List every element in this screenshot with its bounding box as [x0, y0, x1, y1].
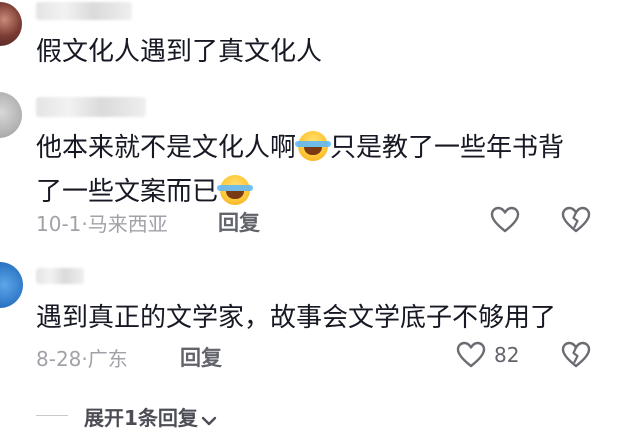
like-heart-icon[interactable] — [456, 341, 486, 373]
comment-text: 遇到真正的文学家，故事会文学底子不够用了 — [36, 303, 557, 333]
reply-button[interactable]: 回复 — [218, 207, 260, 237]
laughing-crying-emoji-icon — [217, 175, 254, 205]
dislike-broken-heart-icon[interactable] — [561, 206, 591, 238]
avatar[interactable] — [0, 92, 22, 138]
comment-location: 广东 — [87, 347, 128, 371]
comment-text-segment: 他本来就不是文化人啊 — [36, 133, 297, 163]
comment-text-line: 他本来就不是文化人啊 只是教了一些年书背 — [36, 126, 564, 170]
blurred-username[interactable] — [36, 97, 146, 117]
expand-replies-label: 展开1条回复 — [84, 406, 198, 430]
blurred-username[interactable] — [36, 268, 84, 284]
avatar[interactable] — [0, 262, 23, 308]
chevron-down-icon — [201, 408, 217, 432]
comment-text-segment: 了一些文案而已 — [36, 177, 219, 207]
reply-button[interactable]: 回复 — [180, 342, 222, 372]
comment-location: 马来西亚 — [87, 212, 168, 236]
comment-date: 10-1· — [36, 212, 88, 236]
comment-meta: 8-28·广东 — [36, 343, 128, 372]
like-heart-icon[interactable] — [490, 206, 520, 238]
comment-date: 8-28· — [36, 347, 88, 371]
comment-text-segment: 只是教了一些年书背 — [330, 133, 565, 163]
comment-text: 假文化人遇到了真文化人 — [36, 37, 323, 67]
avatar[interactable] — [0, 2, 22, 46]
blurred-username[interactable] — [36, 2, 132, 20]
laughing-crying-emoji-icon — [295, 131, 332, 161]
comment-meta: 10-1·马来西亚 — [36, 208, 168, 237]
divider — [36, 415, 68, 416]
expand-replies-button[interactable]: 展开1条回复 — [84, 402, 217, 432]
like-count: 82 — [494, 343, 520, 367]
dislike-broken-heart-icon[interactable] — [561, 341, 591, 373]
